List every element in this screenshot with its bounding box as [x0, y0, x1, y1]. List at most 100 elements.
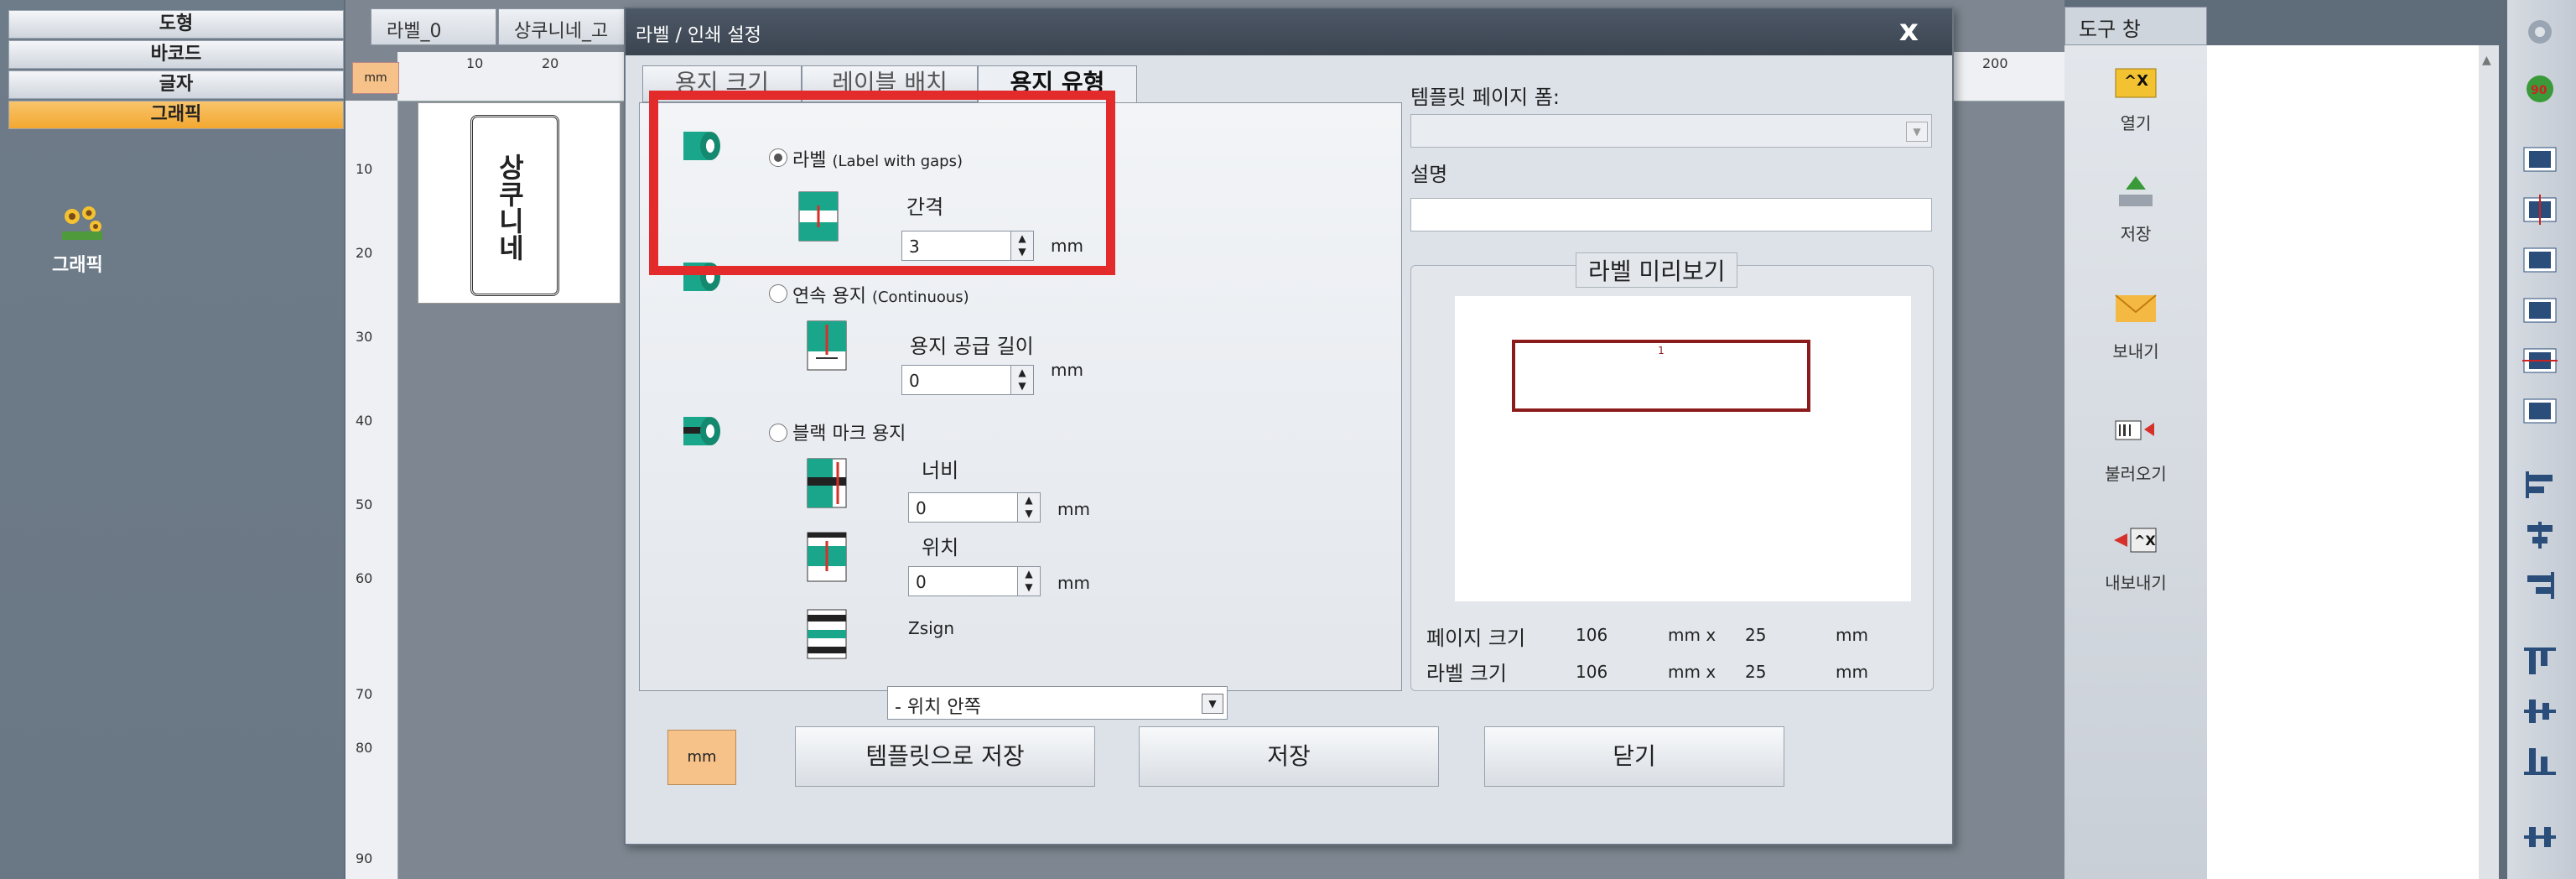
- ruler-tick: 40: [356, 413, 373, 429]
- ruler-tick: 20: [542, 55, 559, 71]
- doc-tab-label1[interactable]: 상쿠니네_고: [498, 8, 632, 45]
- distribute-icon[interactable]: [2521, 820, 2559, 854]
- highlight-box: [649, 91, 1115, 275]
- svg-text:^X: ^X: [2124, 72, 2148, 90]
- stepper-arrows-icon[interactable]: ▲ ▼: [1017, 567, 1040, 596]
- svg-text:90: 90: [2531, 84, 2547, 97]
- label-size-label: 라벨 크기: [1426, 662, 1507, 685]
- mark-position-unit: mm: [1057, 573, 1090, 593]
- dialog-title: 라벨 / 인쇄 설정: [636, 25, 761, 46]
- ruler-tick: 200: [1982, 55, 2008, 71]
- align-right-icon[interactable]: [2521, 569, 2559, 602]
- barcode-align-center-icon[interactable]: [2521, 193, 2559, 226]
- export-button[interactable]: ^X 내보내기: [2064, 520, 2207, 594]
- save-button[interactable]: 저장: [1139, 726, 1439, 787]
- sunflower-graphic-icon[interactable]: [60, 203, 104, 242]
- mark-width-unit: mm: [1057, 499, 1090, 519]
- stepper-arrows-icon[interactable]: ▲ ▼: [1010, 366, 1033, 394]
- label-design-paper[interactable]: 상쿠니네: [418, 102, 621, 304]
- doc-tab-label0[interactable]: 라벨_0: [371, 8, 496, 45]
- open-template-icon: ^X: [2115, 68, 2157, 98]
- import-button[interactable]: 불러오기: [2064, 411, 2207, 485]
- label-height-unit: mm: [1836, 662, 1868, 682]
- settings-gear-icon[interactable]: [2521, 15, 2559, 49]
- label-by-mm: mm x: [1668, 662, 1716, 682]
- template-form-select[interactable]: ▼: [1410, 114, 1932, 148]
- ruler-tick: 60: [356, 570, 373, 586]
- barcode-align-middle-icon[interactable]: [2521, 344, 2559, 377]
- ruler-tick: 80: [356, 740, 373, 756]
- feed-length-value: 0: [909, 371, 920, 391]
- barcode-align-top-icon[interactable]: [2521, 294, 2559, 327]
- chevron-down-icon[interactable]: ▼: [1202, 694, 1223, 714]
- label-preview-group: 라벨 미리보기 1 페이지 크기 106 mm x 25 mm 라벨 크기 10…: [1410, 252, 1934, 691]
- category-barcode[interactable]: 바코드: [8, 40, 344, 69]
- tool-content-pane: [2207, 45, 2479, 879]
- send-button[interactable]: 보내기: [2064, 289, 2207, 362]
- feed-length-unit: mm: [1051, 360, 1083, 380]
- ruler-tick: 10: [466, 55, 484, 71]
- page-by-mm: mm x: [1668, 625, 1716, 645]
- dialog-title-bar[interactable]: 라벨 / 인쇄 설정 x: [626, 8, 1952, 55]
- category-shape[interactable]: 도형: [8, 10, 344, 39]
- mark-position-stepper[interactable]: 0 ▲ ▼: [908, 566, 1041, 596]
- feed-length-label: 용지 공급 길이: [910, 335, 1034, 358]
- save-button-tool[interactable]: 저장: [2064, 171, 2207, 245]
- continuous-option[interactable]: 연속 용지 (Continuous): [792, 281, 969, 308]
- close-icon[interactable]: x: [1899, 13, 1919, 48]
- export-icon: ^X: [2114, 528, 2157, 553]
- continuous-radio[interactable]: [769, 284, 787, 303]
- ruler-tick: 70: [356, 686, 373, 702]
- rotate-90-icon[interactable]: 90: [2521, 72, 2559, 106]
- open-button[interactable]: ^X 열기: [2064, 60, 2207, 134]
- align-center-horizontal-icon[interactable]: [2521, 518, 2559, 552]
- import-label: 불러오기: [2105, 464, 2167, 484]
- mark-width-stepper[interactable]: 0 ▲ ▼: [908, 492, 1041, 523]
- mark-position-label: 위치: [922, 536, 959, 559]
- save-label: 저장: [2120, 224, 2152, 244]
- barcode-align-bottom-icon[interactable]: [2521, 394, 2559, 428]
- feed-length-stepper[interactable]: 0 ▲ ▼: [901, 365, 1034, 395]
- align-center-vertical-icon[interactable]: [2521, 694, 2559, 728]
- scroll-up-arrow-icon[interactable]: ▲: [2482, 54, 2491, 67]
- align-left-icon[interactable]: [2521, 468, 2559, 502]
- ruler-tick: 30: [356, 329, 373, 345]
- black-mark-roll-icon: [683, 417, 720, 445]
- black-mark-option[interactable]: 블랙 마크 용지: [792, 419, 906, 445]
- ruler-tick: 50: [356, 497, 373, 512]
- description-input[interactable]: [1410, 198, 1932, 231]
- category-graphic[interactable]: 그래픽: [8, 101, 344, 129]
- align-bottom-icon[interactable]: [2521, 745, 2559, 778]
- zsign-select[interactable]: - 위치 안쪽 ▼: [887, 686, 1228, 720]
- category-panel: 도형 바코드 글자 그래픽: [0, 0, 344, 879]
- mark-width-icon: [807, 458, 847, 508]
- align-top-icon[interactable]: [2521, 644, 2559, 678]
- category-text[interactable]: 글자: [8, 70, 344, 99]
- barcode-align-right-icon[interactable]: [2521, 243, 2559, 277]
- mark-width-value: 0: [916, 498, 927, 518]
- page-height-value: 25: [1745, 625, 1767, 645]
- continuous-note: (Continuous): [871, 289, 969, 306]
- label-text[interactable]: 상쿠니네: [491, 153, 529, 261]
- chevron-down-icon[interactable]: ▼: [1906, 122, 1928, 142]
- ruler-tick: 90: [356, 850, 373, 866]
- unit-mm-button[interactable]: mm: [667, 730, 736, 785]
- send-label: 보내기: [2112, 341, 2159, 361]
- zsign-value: - 위치 안쪽: [895, 697, 981, 718]
- label-width-value: 106: [1576, 662, 1608, 682]
- stepper-arrows-icon[interactable]: ▲ ▼: [1017, 493, 1040, 522]
- save-as-template-button[interactable]: 템플릿으로 저장: [795, 726, 1095, 787]
- label-preview-canvas: 1: [1455, 296, 1911, 601]
- continuous-text: 연속 용지: [792, 286, 866, 307]
- ruler-unit-badge[interactable]: mm: [352, 62, 399, 94]
- black-mark-radio[interactable]: [769, 424, 787, 442]
- barcode-align-left-icon[interactable]: [2521, 143, 2559, 176]
- close-button[interactable]: 닫기: [1484, 726, 1784, 787]
- vertical-scrollbar[interactable]: ▲: [2479, 45, 2499, 879]
- open-label: 열기: [2120, 113, 2152, 133]
- preview-label-box: 1: [1512, 340, 1810, 412]
- ruler-tick: 10: [356, 161, 373, 177]
- graphic-item-label: 그래픽: [52, 255, 103, 276]
- send-envelope-icon: [2115, 294, 2157, 322]
- ruler-tick: 20: [356, 245, 373, 261]
